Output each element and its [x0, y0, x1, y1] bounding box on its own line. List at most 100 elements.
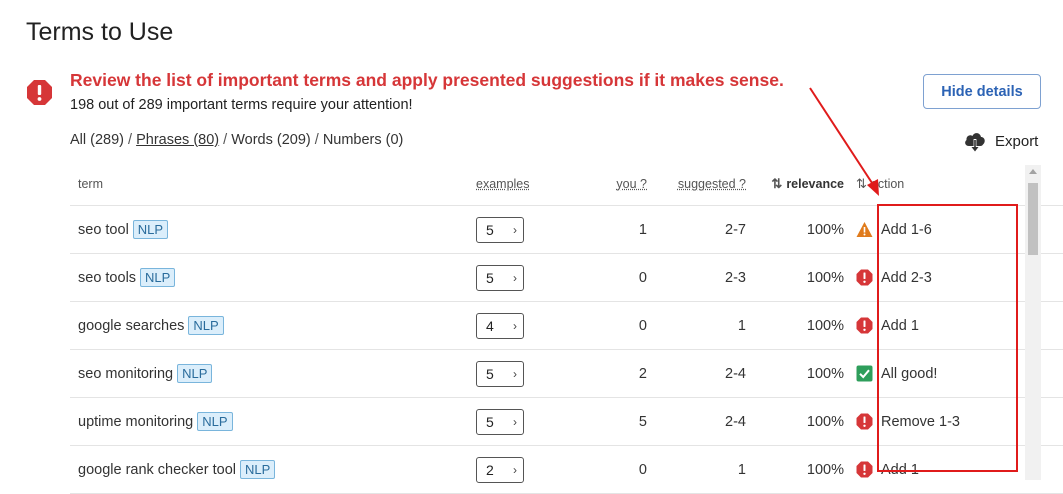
action-text: Add 1	[881, 461, 919, 478]
alert-title: Review the list of important terms and a…	[70, 70, 784, 90]
you-cell: 0	[576, 445, 647, 494]
filter-numbers[interactable]: Numbers (0)	[323, 132, 404, 148]
exclamation-circle-icon	[27, 80, 52, 105]
table-row: google searches NLP 4 › 0 1 100% Add 1	[70, 301, 1063, 350]
relevance-cell: 100%	[746, 301, 844, 350]
you-cell: 0	[576, 253, 647, 302]
relevance-cell: 100%	[746, 397, 844, 446]
you-cell: 1	[576, 205, 647, 254]
examples-count: 4	[486, 317, 494, 334]
error-circle-icon	[856, 317, 873, 334]
term-text: google rank checker tool	[78, 462, 236, 478]
table-scrollbar[interactable]	[1025, 165, 1041, 480]
examples-button[interactable]: 2 ›	[476, 456, 524, 483]
you-cell: 5	[576, 397, 647, 446]
relevance-cell: 100%	[746, 253, 844, 302]
action-text: Remove 1-3	[881, 413, 960, 430]
examples-button[interactable]: 5 ›	[476, 408, 524, 435]
term-cell: seo tools NLP	[70, 253, 476, 302]
nlp-tag: NLP	[188, 316, 224, 335]
examples-cell: 4 ›	[476, 301, 576, 350]
chevron-right-icon: ›	[513, 318, 517, 333]
term-text: seo monitoring	[78, 366, 174, 382]
suggested-cell: 1	[647, 301, 746, 350]
scrollbar-thumb[interactable]	[1028, 183, 1038, 255]
hide-details-button[interactable]: Hide details	[923, 74, 1041, 109]
table-row: google rank checker tool NLP 2 › 0 1 100% Add 1	[70, 445, 1063, 494]
column-header-relevance-label: relevance	[786, 177, 844, 191]
relevance-cell: 100%	[746, 349, 844, 398]
relevance-cell: 100%	[746, 445, 844, 494]
filter-separator: /	[219, 132, 232, 148]
error-circle-icon	[856, 413, 873, 430]
terms-table: term examples you ? suggested ? ⇅ relevan…	[70, 163, 1063, 494]
examples-cell: 5 ›	[476, 349, 576, 398]
export-label: Export	[995, 132, 1039, 150]
column-header-examples-label: examples	[476, 177, 530, 191]
error-circle-icon	[856, 461, 873, 478]
column-header-examples[interactable]: examples	[476, 163, 576, 206]
examples-cell: 5 ›	[476, 205, 576, 254]
suggested-cell: 2-4	[647, 397, 746, 446]
term-text: google searches	[78, 318, 185, 334]
filter-separator: /	[124, 132, 137, 148]
page-title: Terms to Use	[26, 18, 174, 46]
chevron-right-icon: ›	[513, 414, 517, 429]
nlp-tag: NLP	[177, 364, 213, 383]
examples-count: 2	[486, 461, 494, 478]
scroll-up-icon[interactable]	[1029, 169, 1037, 174]
term-filter-bar: All (289) / Phrases (80) / Words (209) /…	[70, 132, 403, 148]
alert-subtitle: 198 out of 289 important terms require y…	[70, 97, 413, 113]
term-text: seo tools	[78, 270, 137, 286]
column-header-suggested[interactable]: suggested ?	[647, 163, 746, 206]
examples-cell: 5 ›	[476, 397, 576, 446]
suggested-cell: 2-4	[647, 349, 746, 398]
column-header-you[interactable]: you ?	[576, 163, 647, 206]
action-text: Add 2-3	[881, 269, 932, 286]
examples-count: 5	[486, 365, 494, 382]
filter-words[interactable]: Words (209)	[231, 132, 311, 148]
term-text: uptime monitoring	[78, 414, 194, 430]
examples-cell: 2 ›	[476, 445, 576, 494]
examples-count: 5	[486, 269, 494, 286]
term-cell: google rank checker tool NLP	[70, 445, 476, 494]
term-cell: uptime monitoring NLP	[70, 397, 476, 446]
filter-separator: /	[310, 132, 323, 148]
column-header-action-label: action	[870, 177, 905, 191]
table-row: seo monitoring NLP 5 › 2 2-4 100% All good!	[70, 349, 1063, 398]
column-header-relevance[interactable]: ⇅ relevance	[746, 163, 844, 206]
examples-button[interactable]: 5 ›	[476, 264, 524, 291]
chevron-right-icon: ›	[513, 222, 517, 237]
action-text: All good!	[881, 365, 938, 382]
examples-button[interactable]: 5 ›	[476, 216, 524, 243]
filter-all[interactable]: All (289)	[70, 132, 124, 148]
chevron-right-icon: ›	[513, 366, 517, 381]
action-text: Add 1-6	[881, 221, 932, 238]
column-header-suggested-label: suggested ?	[677, 177, 746, 191]
filter-phrases[interactable]: Phrases (80)	[136, 132, 219, 148]
column-header-term[interactable]: term	[70, 163, 476, 206]
chevron-right-icon: ›	[513, 270, 517, 285]
nlp-tag: NLP	[132, 220, 169, 239]
chevron-right-icon: ›	[513, 462, 517, 477]
export-button[interactable]: Export	[963, 129, 1038, 153]
table-header-row: term examples you ? suggested ? ⇅ relevan…	[70, 163, 1063, 206]
you-cell: 0	[576, 301, 647, 350]
suggested-cell: 1	[647, 445, 746, 494]
suggested-cell: 2-7	[647, 205, 746, 254]
examples-button[interactable]: 5 ›	[476, 360, 524, 387]
error-circle-icon	[856, 269, 873, 286]
table-row: seo tool NLP 5 › 1 2-7 100% Add 1-6	[70, 205, 1063, 254]
term-text: seo tool	[78, 222, 129, 238]
check-square-icon	[856, 365, 873, 382]
table-row: seo tools NLP 5 › 0 2-3 100% Add 2-3	[70, 253, 1063, 302]
table-row: uptime monitoring NLP 5 › 5 2-4 100% Remove 1-3	[70, 397, 1063, 446]
relevance-cell: 100%	[746, 205, 844, 254]
examples-cell: 5 ›	[476, 253, 576, 302]
sort-arrows-icon: ⇅	[856, 176, 867, 191]
nlp-tag: NLP	[140, 268, 176, 287]
nlp-tag: NLP	[240, 460, 276, 479]
warning-triangle-icon	[856, 222, 873, 237]
examples-count: 5	[486, 221, 494, 238]
examples-button[interactable]: 4 ›	[476, 312, 524, 339]
